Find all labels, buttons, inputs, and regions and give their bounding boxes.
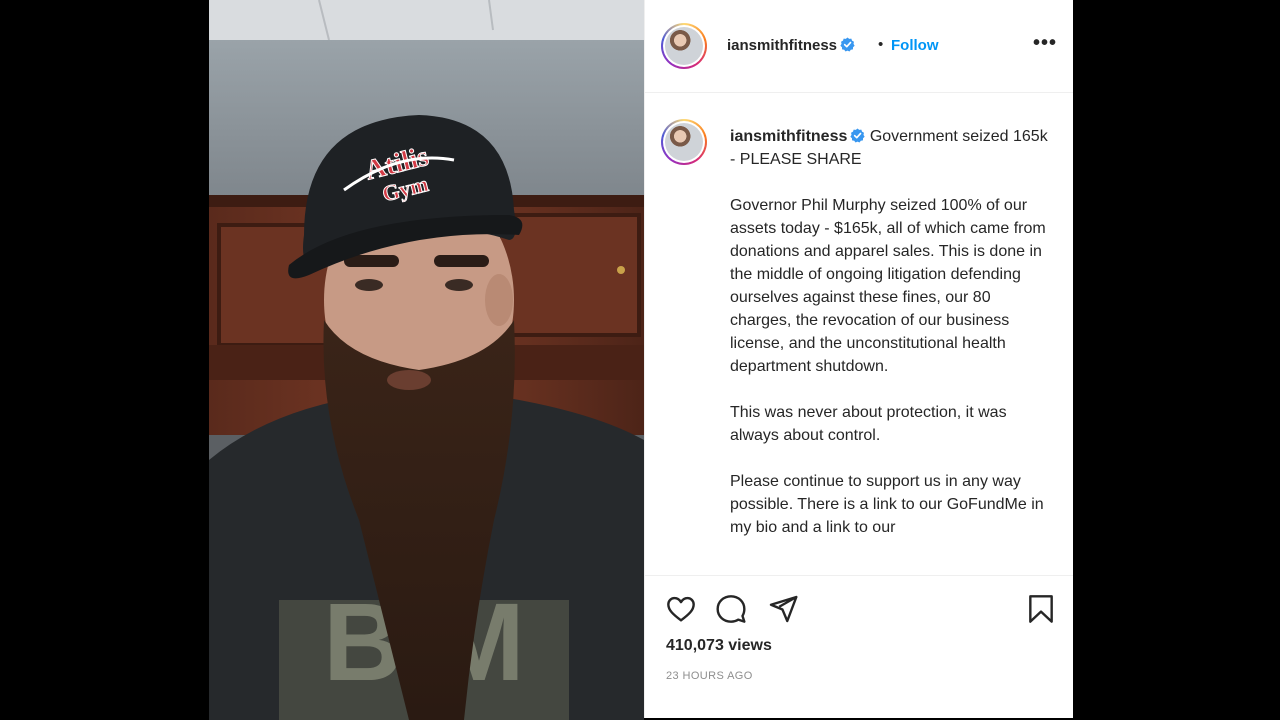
comment-icon[interactable] <box>715 593 747 625</box>
verified-badge-icon <box>840 37 855 52</box>
send-icon[interactable] <box>767 593 799 625</box>
post-media[interactable]: B M Atilis Gym <box>209 0 644 720</box>
post-panel: iansmithfitness • Follow ••• iansmithfit… <box>644 0 1073 718</box>
caption: iansmithfitness Government seized 165k -… <box>730 125 1050 539</box>
caption-username[interactable]: iansmithfitness <box>730 128 847 145</box>
post-actions: 410,073 views 23 HOURS AGO <box>645 575 1073 699</box>
header-username[interactable]: iansmithfitness <box>727 37 837 54</box>
post-timestamp[interactable]: 23 HOURS AGO <box>666 670 753 682</box>
caption-area[interactable]: iansmithfitness Government seized 165k -… <box>645 93 1073 575</box>
more-options-icon[interactable]: ••• <box>1033 32 1057 55</box>
views-count[interactable]: 410,073 views <box>666 637 772 655</box>
verified-badge-icon <box>850 128 865 143</box>
header-username-row: iansmithfitness <box>727 37 855 54</box>
avatar[interactable] <box>661 23 707 69</box>
separator-dot: • <box>878 36 884 53</box>
bookmark-icon[interactable] <box>1025 592 1057 626</box>
heart-icon[interactable] <box>665 593 697 625</box>
post-header: iansmithfitness • Follow ••• <box>645 0 1073 93</box>
caption-body: Governor Phil Murphy seized 100% of our … <box>730 197 1046 536</box>
caption-avatar[interactable] <box>661 119 707 165</box>
follow-button[interactable]: Follow <box>891 37 939 54</box>
